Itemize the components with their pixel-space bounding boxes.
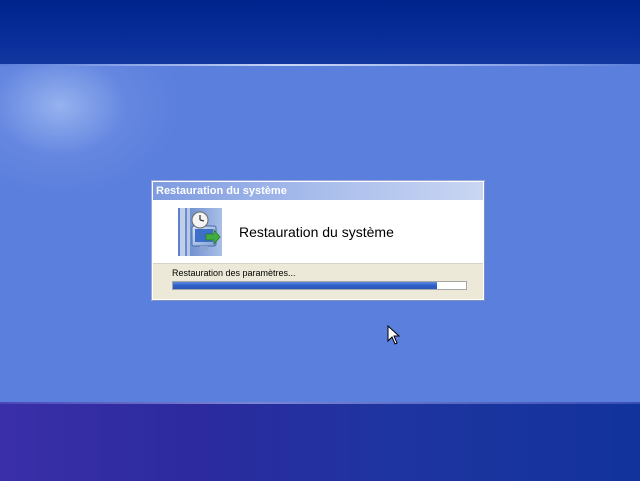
mouse-pointer-icon	[387, 325, 401, 345]
restore-screen: Restauration du système Restauration du …	[0, 0, 640, 481]
dialog-heading: Restauration du système	[239, 224, 394, 240]
bottom-band-divider	[0, 402, 640, 404]
top-band	[0, 0, 640, 64]
dialog-header: Restauration du système	[153, 200, 483, 264]
system-restore-dialog: Restauration du système Restauration du …	[152, 181, 484, 300]
bottom-band	[0, 402, 640, 481]
system-restore-icon	[178, 208, 222, 256]
status-text: Restauration des paramètres...	[172, 268, 296, 278]
progress-fill	[173, 282, 437, 289]
dialog-title-bar: Restauration du système	[153, 182, 483, 200]
progress-bar	[172, 281, 467, 290]
